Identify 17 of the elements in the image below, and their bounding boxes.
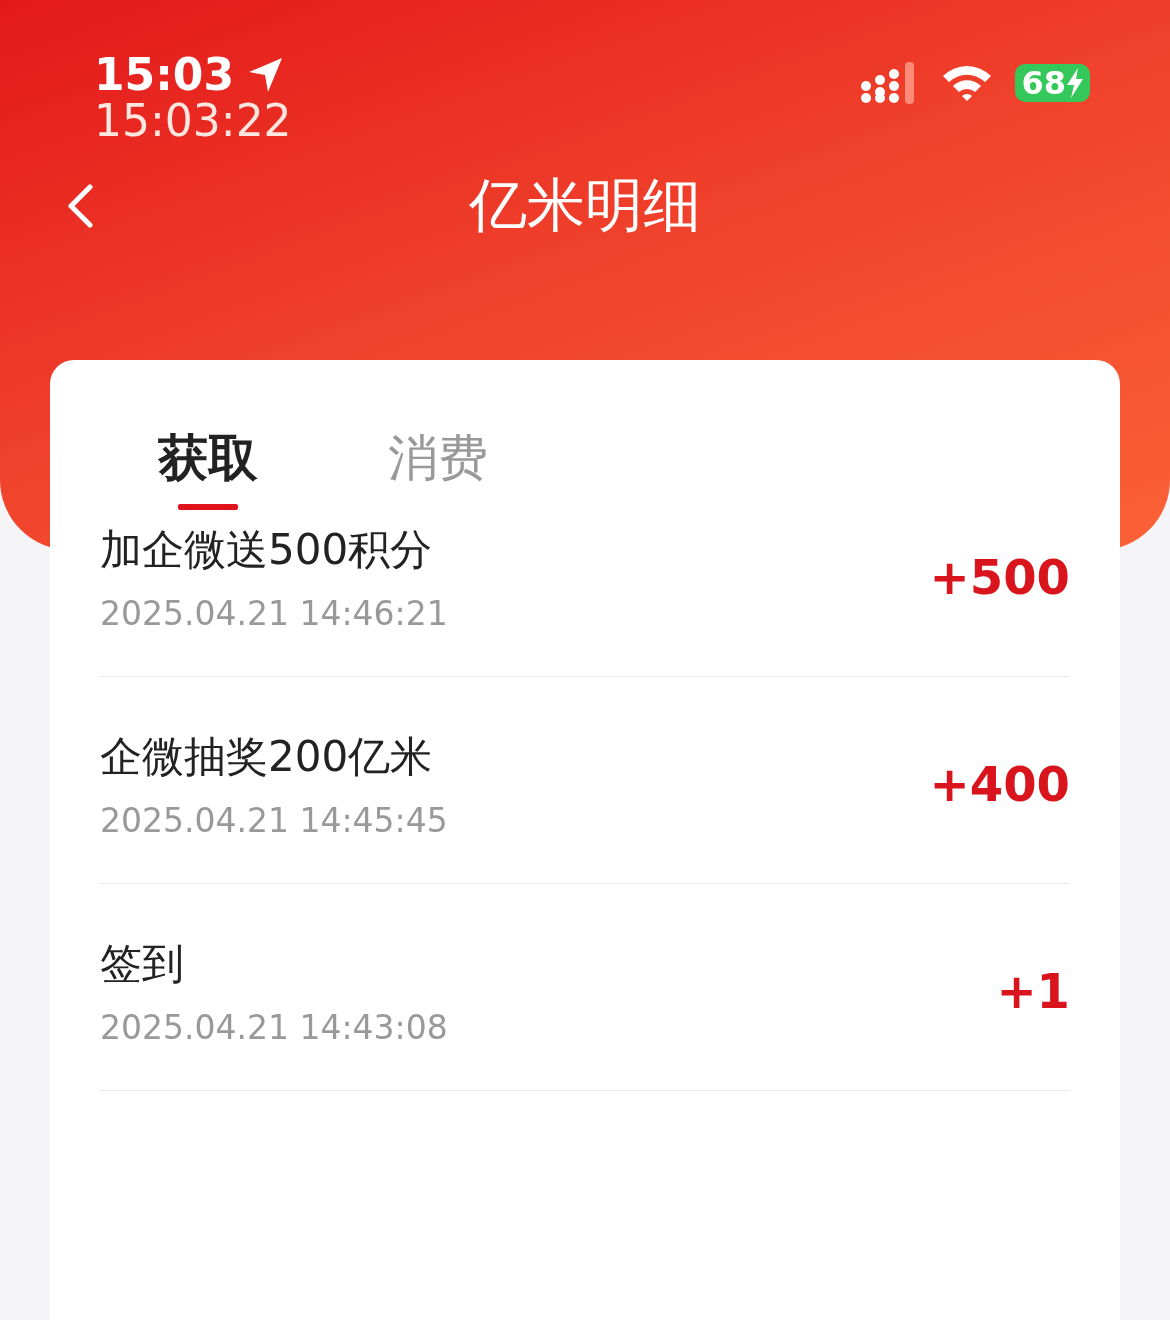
status-time: 15:03 xyxy=(94,52,235,98)
record-time: 2025.04.21 14:45:45 xyxy=(100,800,448,840)
status-clock: 15:03:22 xyxy=(94,98,292,144)
battery-percent: 68 xyxy=(1021,66,1066,100)
record-time: 2025.04.21 14:46:21 xyxy=(100,593,448,633)
back-icon[interactable] xyxy=(66,184,96,228)
record-title: 企微抽奖200亿米 xyxy=(100,730,434,783)
record-time: 2025.04.21 14:43:08 xyxy=(100,1007,448,1047)
charging-bolt-icon xyxy=(1066,68,1084,98)
wifi-icon xyxy=(941,64,994,102)
record-amount: +500 xyxy=(929,549,1070,605)
tab[interactable]: 获取 xyxy=(158,428,258,508)
record-amount: +1 xyxy=(996,963,1070,1019)
record-title: 加企微送500积分 xyxy=(100,523,434,576)
record-title: 签到 xyxy=(100,937,185,990)
record-amount: +400 xyxy=(929,756,1070,812)
page-title: 亿米明细 xyxy=(469,170,701,241)
